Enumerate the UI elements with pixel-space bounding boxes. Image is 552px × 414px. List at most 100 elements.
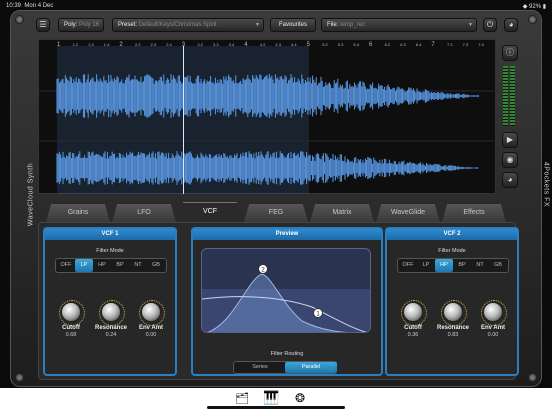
screw [15,373,24,382]
tab-feg[interactable]: FEG [244,204,308,222]
vcf2-mode-nt[interactable]: NT [471,259,489,272]
tab-effects[interactable]: Effects [442,204,506,222]
tab-vcf[interactable]: VCF [178,202,242,222]
vcf1-env-amt-value: 0.00 [145,332,157,338]
screw [528,15,537,24]
vcf1-mode-nt[interactable]: NT [129,259,147,272]
waveform-svg [39,74,497,185]
vcf1-card: VCF 1 Filter Mode OFF LP HP BP NT GB Cut… [43,227,177,376]
waveform-display[interactable]: 1 1.2 1.3 1.4 2 2.2 2.3 2.4 3 3.2 3.3 3.4 4 4.2 4.3 4.4… [38,39,497,194]
vcf2-mode-lp[interactable]: LP [417,259,435,272]
routing-parallel[interactable]: Parallel [285,362,337,373]
chevron-down-icon: ▼ [468,22,473,28]
routing-series[interactable]: Series [234,362,286,373]
menu-button[interactable]: ☰ [36,18,50,32]
vcf-panel: VCF 1 Filter Mode OFF LP HP BP NT GB Cut… [38,222,519,380]
vcf1-resonance-label: Resonance [94,325,127,331]
filter-curve-svg: 2 1 [202,264,370,332]
chevron-down-icon: ▼ [255,22,260,28]
info-button[interactable]: ⓘ [502,45,518,61]
gauge-button[interactable]: ◕ [504,18,518,32]
loop-button[interactable]: ◕ [502,172,518,188]
status-right: ◆ 92% ▮ [522,4,546,10]
vcf1-resonance-knob[interactable] [99,300,125,326]
tab-grains[interactable]: Grains [46,204,110,222]
tab-bar: Grains LFO VCF FEG Matrix WaveGlide Effe… [46,202,516,222]
record-icon: ◉ [506,155,514,164]
vcf2-mode-bp[interactable]: BP [453,259,471,272]
midi-icon[interactable]: ❂ [295,391,305,405]
folder-icon[interactable]: 🗂 [235,392,249,405]
vcf1-mode-bp[interactable]: BP [111,259,129,272]
play-icon: ▶ [506,135,514,144]
screw [528,373,537,382]
file-value: temp_rec [340,22,366,28]
play-button[interactable]: ▶ [502,132,518,148]
info-icon: ⓘ [506,48,514,57]
vcf1-mode-gb[interactable]: GB [147,259,165,272]
poly-value: Poly 16 [79,22,100,28]
gauge-icon: ◕ [508,20,514,29]
keyboard-icon[interactable]: 🎹 [263,390,279,406]
filter-response-graph[interactable]: 2 1 [201,248,371,333]
vcf1-title: VCF 1 [45,229,175,240]
power-button[interactable]: ⏻ [483,18,497,32]
vcf1-cutoff-value: 0.68 [65,332,77,338]
hamburger-icon: ☰ [39,20,47,29]
vcf2-mode-off[interactable]: OFF [399,259,417,272]
vcf2-title: VCF 2 [387,229,517,240]
waveform-left-channel [56,74,479,118]
home-indicator [207,406,345,409]
vcf1-cutoff-knob[interactable] [59,300,85,326]
waveform-right-channel [56,151,479,185]
synth-device: WaveCloud Synth 4Pockets FX ☰ Poly: Poly… [10,10,550,387]
vcf1-mode-off[interactable]: OFF [57,259,75,272]
vcf2-filter-mode-label: Filter Mode [438,248,466,254]
screw [15,15,24,24]
vcf2-filter-mode-selector: OFF LP HP BP NT GB [397,258,509,273]
vcf2-env-amt-value: 0.00 [487,332,499,338]
vcf2-card: VCF 2 Filter Mode OFF LP HP BP NT GB Cut… [385,227,519,376]
tab-matrix[interactable]: Matrix [310,204,374,222]
gauge-icon: ◕ [507,175,513,184]
vcf1-resonance-value: 0.24 [105,332,117,338]
host-toolbar: 🗂 🎹 ❂ [0,388,552,414]
record-button[interactable]: ◉ [502,152,518,168]
vcf2-mode-gb[interactable]: GB [489,259,507,272]
filter-routing-label: Filter Routing [270,351,304,357]
favourites-button[interactable]: Favourites [270,18,316,32]
preview-title: Preview [193,229,381,240]
vcf1-cutoff-label: Cutoff [62,325,80,331]
playhead[interactable] [183,46,184,194]
vcf2-env-amt-label: Env Amt [480,325,506,331]
vendor-label: 4Pockets FX [542,161,550,208]
vcf2-resonance-label: Resonance [436,325,469,331]
vcf2-resonance-value: 0.83 [447,332,459,338]
poly-selector[interactable]: Poly: Poly 16 [58,18,104,32]
vcf1-mode-lp[interactable]: LP [75,259,93,272]
status-time: 10:39 Mon 4 Dec [6,3,54,9]
level-meter-left [503,66,508,126]
level-meter-right [510,66,515,126]
preset-value: Default/Keys/Christmas Spirit [138,22,217,28]
vcf2-env-amt-knob[interactable] [481,300,507,326]
vcf1-filter-mode-label: Filter Mode [96,248,124,254]
vcf2-resonance-knob[interactable] [441,300,467,326]
vcf2-cutoff-knob[interactable] [401,300,427,326]
tab-lfo[interactable]: LFO [112,204,176,222]
vcf2-cutoff-value: 0.36 [407,332,419,338]
vcf1-mode-hp[interactable]: HP [93,259,111,272]
vcf1-env-amt-label: Env Amt [138,325,164,331]
vcf2-mode-hp[interactable]: HP [435,259,453,272]
vcf1-env-amt-knob[interactable] [139,300,165,326]
file-selector[interactable]: File: temp_rec ▼ [321,18,477,32]
power-icon: ⏻ [486,20,494,29]
vcf1-filter-mode-selector: OFF LP HP BP NT GB [55,258,167,273]
filter-routing-selector: Series Parallel [233,361,337,374]
top-toolbar: ☰ Poly: Poly 16 Preset: Default/Keys/Chr… [36,16,528,34]
tab-waveglide[interactable]: WaveGlide [376,204,440,222]
preset-selector[interactable]: Preset: Default/Keys/Christmas Spirit ▼ [112,18,264,32]
level-meters [503,66,517,126]
app-name-label: WaveCloud Synth [27,162,35,227]
vcf2-cutoff-label: Cutoff [404,325,422,331]
